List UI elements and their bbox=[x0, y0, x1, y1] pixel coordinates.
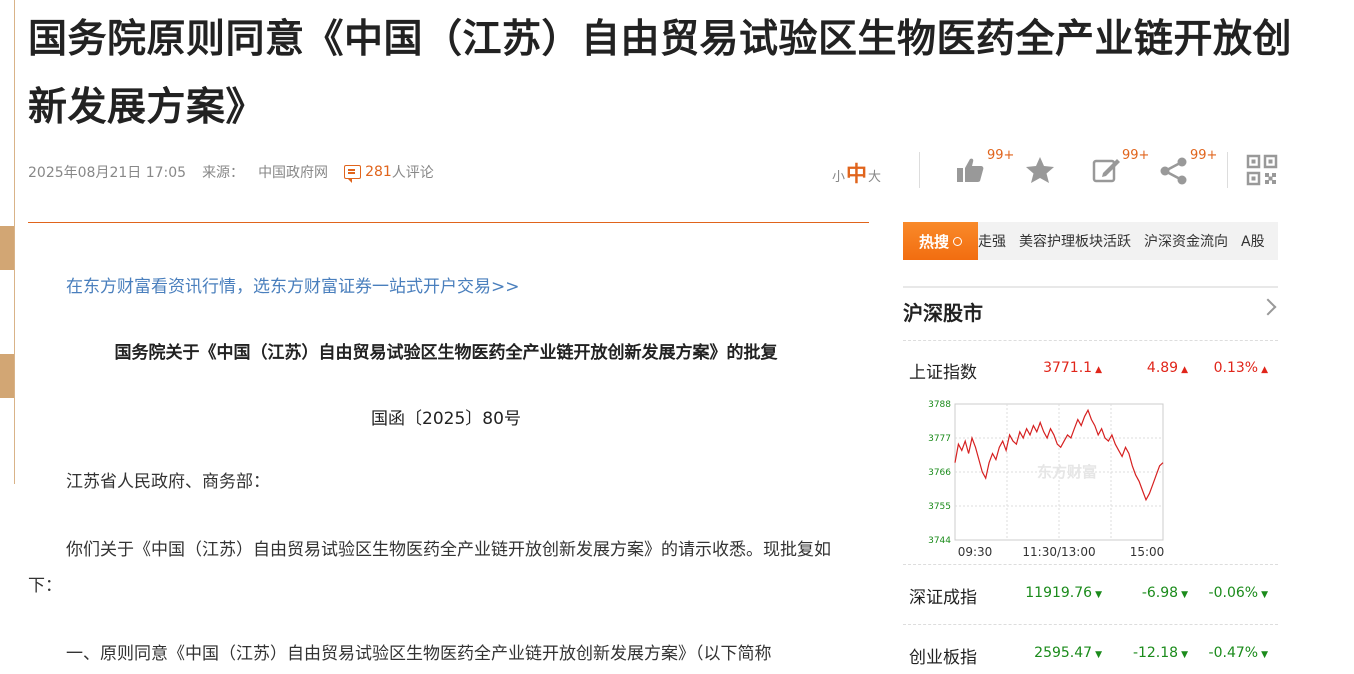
y-tick-label: 3777 bbox=[928, 434, 951, 444]
side-tab[interactable] bbox=[0, 354, 14, 398]
index-row-sh[interactable]: 上证指数 3771.1 ▲ 4.89 ▲ 0.13% ▲ bbox=[903, 354, 1278, 384]
market-title: 沪深股市 bbox=[903, 301, 983, 325]
index-row-cyb[interactable]: 创业板指 2595.47 ▼ -12.18 ▼ -0.47% ▼ bbox=[903, 639, 1278, 669]
x-tick-label: 11:30/13:00 bbox=[1022, 545, 1095, 559]
index-pct: -0.47% ▼ bbox=[1208, 645, 1268, 661]
star-icon[interactable] bbox=[1024, 154, 1056, 186]
comment-icon[interactable] bbox=[344, 165, 362, 183]
row-divider bbox=[903, 564, 1278, 566]
x-tick-label: 09:30 bbox=[958, 545, 993, 559]
chevron-right-icon[interactable] bbox=[1259, 298, 1277, 316]
share-count: 99+ bbox=[1190, 148, 1218, 163]
title-divider bbox=[28, 222, 869, 223]
addressee: 江苏省人民政府、商务部： bbox=[66, 472, 270, 492]
thumbs-up-icon[interactable] bbox=[954, 154, 986, 186]
hot-search-dot-icon bbox=[953, 236, 962, 246]
y-tick-label: 3755 bbox=[928, 502, 951, 512]
article-meta: 2025年08月21日 17:05 来源： 中国政府网 281 人评论 bbox=[28, 162, 434, 183]
comment-count[interactable]: 281 bbox=[365, 164, 392, 180]
promo-link[interactable]: 在东方财富看资讯行情，选东方财富证券一站式开户交易>> bbox=[66, 272, 520, 297]
reply-title: 国务院关于《中国（江苏）自由贸易试验区生物医药全产业链开放创新发展方案》的批复 bbox=[114, 343, 778, 363]
edit-count: 99+ bbox=[1122, 148, 1150, 163]
source-label: 来源： bbox=[202, 165, 245, 181]
market-top-border bbox=[903, 286, 1278, 288]
toolbar-divider bbox=[919, 152, 920, 188]
hot-search-item[interactable]: 沪深资金流向 bbox=[1144, 231, 1228, 251]
intraday-chart[interactable]: 3788 3777 3766 3755 3744 09:30 11:30/13:00 15:0… bbox=[903, 390, 1278, 565]
index-change: 4.89 ▲ bbox=[1146, 360, 1188, 376]
toolbar-divider bbox=[1227, 152, 1228, 188]
index-name: 深证成指 bbox=[909, 588, 977, 608]
font-small-button[interactable]: 小 bbox=[832, 166, 845, 185]
hot-search-item[interactable]: 美容护理板块活跃 bbox=[1019, 231, 1131, 251]
paragraph-1: 你们关于《中国（江苏）自由贸易试验区生物医药全产业链开放创新发展方案》的请示收悉… bbox=[28, 540, 831, 596]
left-border bbox=[14, 0, 15, 484]
comment-unit[interactable]: 人评论 bbox=[392, 162, 434, 182]
document-number: 国函〔2025〕80号 bbox=[371, 409, 521, 429]
index-value: 2595.47 ▼ bbox=[1034, 645, 1102, 661]
font-size-switcher: 小 中 大 bbox=[832, 158, 881, 188]
hot-search-bar: 热搜 走强 美容护理板块活跃 沪深资金流向 A股 bbox=[903, 222, 1278, 260]
y-tick-label: 3788 bbox=[928, 400, 951, 410]
paragraph-2: 一、原则同意《中国（江苏）自由贸易试验区生物医药全产业链开放创新发展方案》（以下… bbox=[66, 644, 772, 664]
like-count: 99+ bbox=[987, 148, 1015, 163]
index-change: -6.98 ▼ bbox=[1141, 585, 1188, 601]
index-row-sz[interactable]: 深证成指 11919.76 ▼ -6.98 ▼ -0.06% ▼ bbox=[903, 579, 1278, 609]
y-tick-label: 3744 bbox=[928, 536, 951, 546]
publish-date: 2025年08月21日 17:05 bbox=[28, 165, 187, 181]
edit-icon[interactable] bbox=[1090, 154, 1122, 186]
hot-search-label: 热搜 bbox=[918, 232, 949, 251]
hot-search-item[interactable]: 走强 bbox=[978, 231, 1006, 251]
index-pct: -0.06% ▼ bbox=[1208, 585, 1268, 601]
hot-search-item[interactable]: A股 bbox=[1241, 231, 1265, 251]
font-large-button[interactable]: 大 bbox=[868, 166, 881, 185]
font-medium-button[interactable]: 中 bbox=[846, 158, 867, 188]
row-divider bbox=[903, 624, 1278, 626]
chart-watermark: 东方财富 bbox=[1037, 463, 1097, 481]
hot-search-items: 走强 美容护理板块活跃 沪深资金流向 A股 bbox=[978, 222, 1278, 260]
x-tick-label: 15:00 bbox=[1130, 545, 1165, 559]
side-tab[interactable] bbox=[0, 226, 14, 270]
index-change: -12.18 ▼ bbox=[1132, 645, 1188, 661]
index-value: 3771.1 ▲ bbox=[1043, 360, 1102, 376]
qr-code-icon[interactable] bbox=[1246, 154, 1278, 186]
source-link[interactable]: 中国政府网 bbox=[258, 162, 328, 182]
index-name: 上证指数 bbox=[909, 363, 977, 383]
hot-search-badge: 热搜 bbox=[903, 222, 978, 260]
index-name: 创业板指 bbox=[909, 648, 977, 668]
index-value: 11919.76 ▼ bbox=[1025, 585, 1102, 601]
index-pct: 0.13% ▲ bbox=[1213, 360, 1268, 376]
share-icon[interactable] bbox=[1158, 154, 1190, 186]
article-title: 国务院原则同意《中国（江苏）自由贸易试验区生物医药全产业链开放创新发展方案》 bbox=[28, 17, 1293, 130]
row-divider bbox=[903, 340, 1278, 342]
y-tick-label: 3766 bbox=[928, 468, 951, 478]
